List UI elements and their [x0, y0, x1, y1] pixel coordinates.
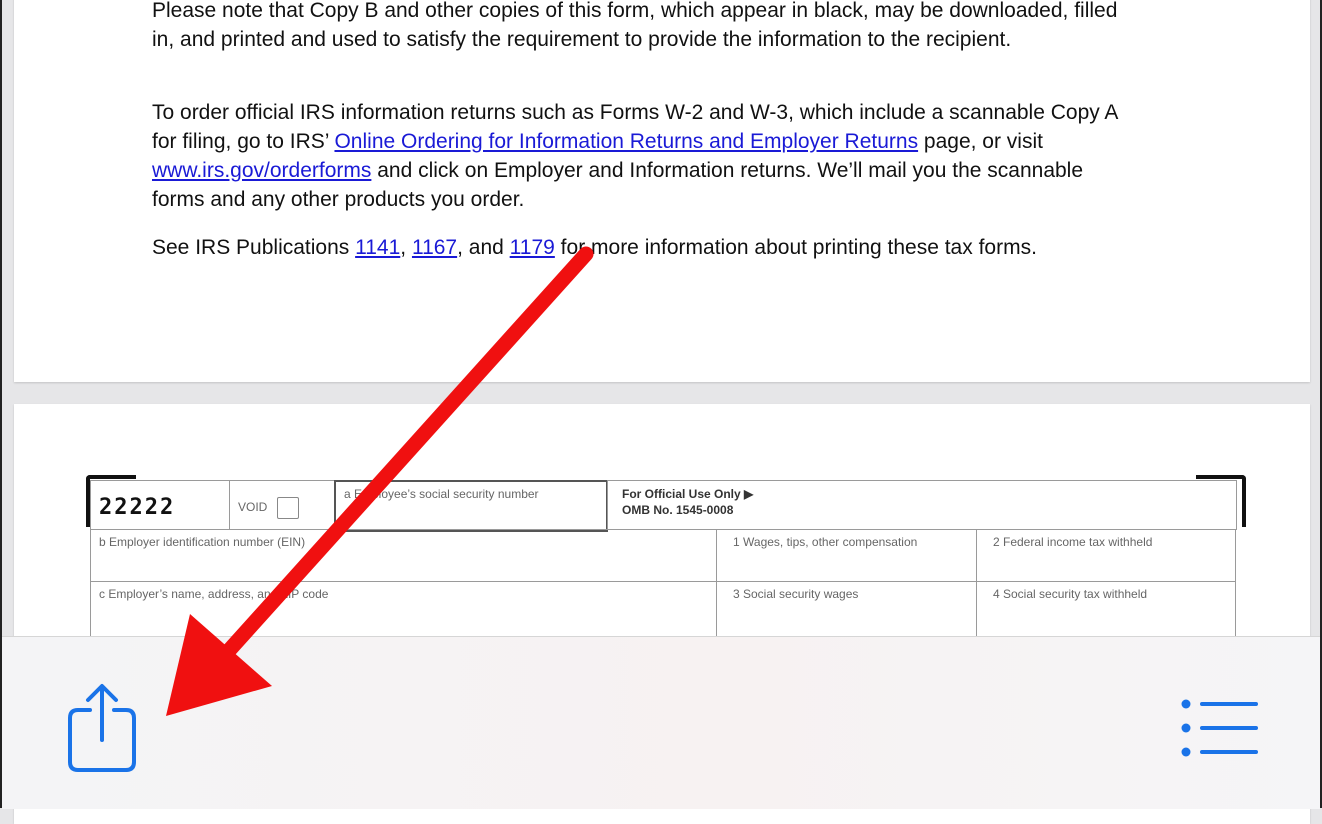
- employee-ssn-field[interactable]: a Employee’s social security number: [334, 480, 608, 532]
- void-box[interactable]: VOID: [229, 480, 335, 530]
- box-3-ss-wages[interactable]: 3 Social security wages: [716, 581, 977, 641]
- box-2-federal-tax[interactable]: 2 Federal income tax withheld: [976, 529, 1236, 582]
- paragraph-copy-b-note: Please note that Copy B and other copies…: [152, 0, 1118, 51]
- list-icon: [1181, 699, 1258, 757]
- link-pub-1179[interactable]: 1179: [510, 236, 555, 259]
- link-irs-orderforms[interactable]: www.irs.gov/orderforms: [152, 159, 371, 182]
- void-checkbox[interactable]: [277, 497, 300, 519]
- link-pub-1167[interactable]: 1167: [412, 236, 457, 259]
- link-online-ordering[interactable]: Online Ordering for Information Returns …: [334, 130, 918, 153]
- bottom-toolbar: [2, 636, 1320, 809]
- share-icon: [68, 684, 136, 772]
- paragraph-publications: See IRS Publications 1141, 1167, and 117…: [152, 236, 1037, 259]
- link-pub-1141[interactable]: 1141: [355, 236, 400, 259]
- employer-ein-field[interactable]: b Employer identification number (EIN): [90, 529, 717, 582]
- share-button[interactable]: [60, 678, 144, 778]
- paragraph-order-info: To order official IRS information return…: [152, 101, 1118, 211]
- table-of-contents-button[interactable]: [1168, 690, 1268, 766]
- employer-name-address-field[interactable]: c Employer’s name, address, and ZIP code: [90, 581, 717, 641]
- official-use-box: For Official Use Only ▶ OMB No. 1545-000…: [607, 480, 1237, 530]
- form-code-box: 22222: [90, 480, 230, 530]
- box-4-ss-tax[interactable]: 4 Social security tax withheld: [976, 581, 1236, 641]
- box-1-wages[interactable]: 1 Wages, tips, other compensation: [716, 529, 977, 582]
